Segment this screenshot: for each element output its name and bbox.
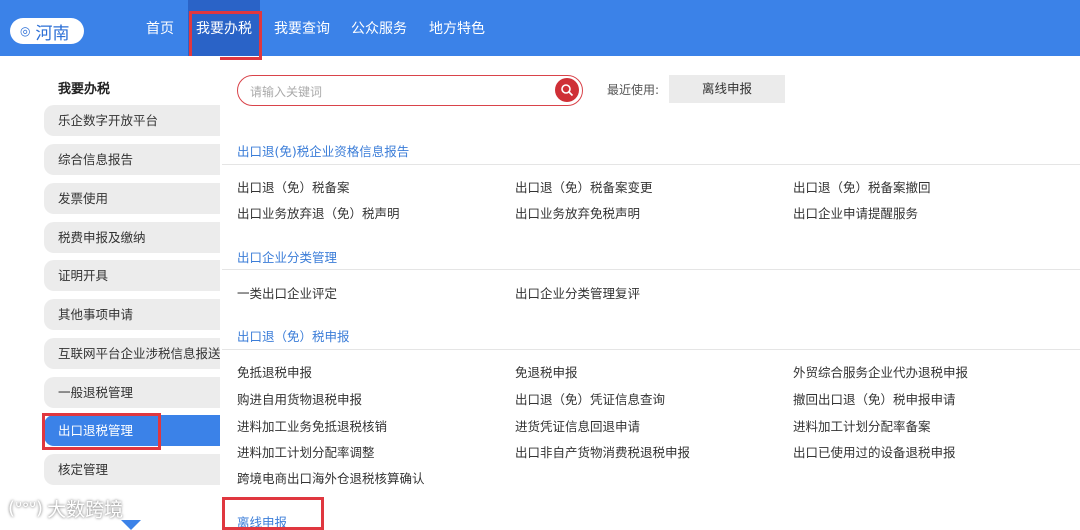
link-export-filing[interactable]: 出口退（免）税备案	[237, 177, 350, 196]
search-button[interactable]	[555, 78, 579, 102]
section-title-refund-declaration[interactable]: 出口退（免）税申报	[237, 326, 350, 345]
link-voucher-rollback[interactable]: 进货凭证信息回退申请	[515, 416, 640, 435]
search-box[interactable]: 请输入关键词	[237, 75, 583, 106]
section-title-qualification[interactable]: 出口退(免)税企业资格信息报告	[237, 141, 409, 160]
recent-label: 最近使用:	[607, 83, 660, 97]
link-class-one-rating[interactable]: 一类出口企业评定	[237, 283, 337, 302]
link-reminder-service[interactable]: 出口企业申请提醒服务	[793, 203, 918, 222]
link-self-use-goods[interactable]: 购进自用货物退税申报	[237, 389, 362, 408]
link-cross-border-warehouse[interactable]: 跨境电商出口海外仓退税核算确认	[237, 468, 425, 487]
link-used-equipment-refund[interactable]: 出口已使用过的设备退税申报	[793, 442, 956, 461]
watermark-text: 大数跨境	[47, 499, 124, 521]
search-icon	[561, 84, 574, 97]
section-title-offline-declaration[interactable]: 离线申报	[237, 512, 287, 530]
sidebar-item-leqi-platform[interactable]: 乐企数字开放平台	[44, 105, 220, 136]
sidebar-item-assessment[interactable]: 核定管理	[44, 454, 220, 485]
section-title-classification[interactable]: 出口企业分类管理	[237, 247, 337, 266]
sidebar-item-general-refund[interactable]: 一般退税管理	[44, 377, 220, 408]
nav-public-service[interactable]: 公众服务	[351, 0, 407, 56]
link-consumption-tax-refund[interactable]: 出口非自产货物消费税退税申报	[515, 442, 690, 461]
sidebar-item-info-report[interactable]: 综合信息报告	[44, 144, 220, 175]
location-pin-icon: ◎	[20, 24, 31, 38]
recent-item-button[interactable]: 离线申报	[669, 75, 785, 103]
region-label: 河南	[35, 23, 70, 44]
sidebar-item-tax-filing[interactable]: 税费申报及缴纳	[44, 222, 220, 253]
link-offset-refund[interactable]: 免抵退税申报	[237, 362, 312, 381]
nav-local-features[interactable]: 地方特色	[429, 0, 485, 56]
sidebar-item-certificate[interactable]: 证明开具	[44, 260, 220, 291]
link-waive-exemption[interactable]: 出口业务放弃免税声明	[515, 203, 640, 222]
link-classification-review[interactable]: 出口企业分类管理复评	[515, 283, 640, 302]
nav-home[interactable]: 首页	[146, 0, 174, 56]
link-export-filing-change[interactable]: 出口退（免）税备案变更	[515, 177, 653, 196]
sidebar-item-export-refund[interactable]: 出口退税管理	[44, 415, 220, 446]
scroll-down-arrow-icon[interactable]	[121, 520, 141, 530]
section-divider	[222, 164, 1080, 165]
watermark: (ᐡᐤᐡ) 大数跨境	[8, 495, 123, 522]
link-allocation-adjust[interactable]: 进料加工计划分配率调整	[237, 442, 375, 461]
nav-query[interactable]: 我要查询	[274, 0, 330, 56]
watermark-logo-icon: (ᐡᐤᐡ)	[8, 498, 44, 519]
section-divider	[222, 269, 1080, 270]
link-foreign-trade-agent[interactable]: 外贸综合服务企业代办退税申报	[793, 362, 968, 381]
sidebar-item-other-requests[interactable]: 其他事项申请	[44, 299, 220, 330]
sidebar-title: 我要办税	[58, 82, 111, 97]
link-waive-refund[interactable]: 出口业务放弃退（免）税声明	[237, 203, 400, 222]
region-selector[interactable]: ◎ 河南	[10, 18, 84, 44]
link-exempt-refund[interactable]: 免退税申报	[515, 362, 578, 381]
sidebar-item-invoice[interactable]: 发票使用	[44, 183, 220, 214]
link-export-filing-withdraw[interactable]: 出口退（免）税备案撤回	[793, 177, 931, 196]
section-divider	[222, 349, 1080, 350]
link-withdraw-declaration[interactable]: 撤回出口退（免）税申报申请	[793, 389, 956, 408]
search-input[interactable]: 请输入关键词	[250, 83, 322, 100]
top-nav-bar: ◎ 河南 首页 我要办税 我要查询 公众服务 地方特色	[0, 0, 1080, 56]
sidebar-item-internet-platform[interactable]: 互联网平台企业涉税信息报送	[44, 338, 220, 369]
nav-tax-handling[interactable]: 我要办税	[188, 0, 260, 56]
link-allocation-filing[interactable]: 进料加工计划分配率备案	[793, 416, 931, 435]
link-voucher-query[interactable]: 出口退（免）凭证信息查询	[515, 389, 665, 408]
link-processing-verification[interactable]: 进料加工业务免抵退税核销	[237, 416, 387, 435]
